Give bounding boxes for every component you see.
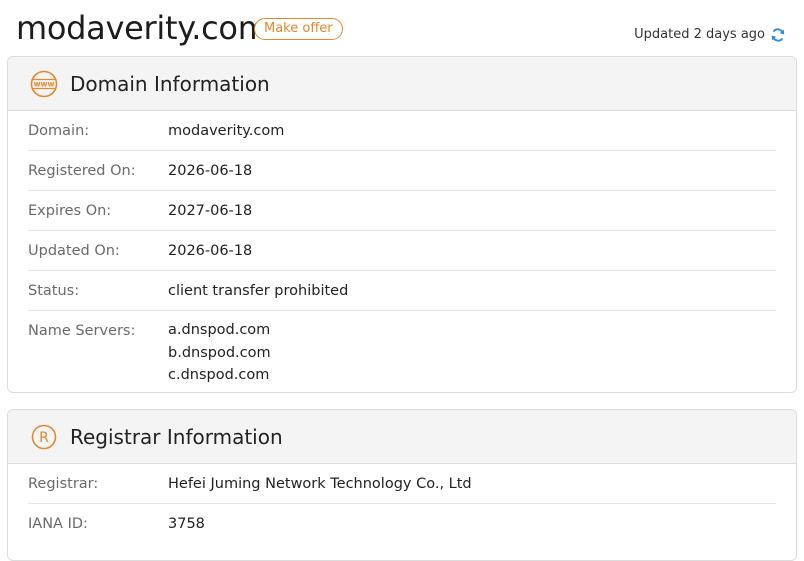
domain-row: Domain: modaverity.com	[28, 111, 776, 151]
svg-text:R: R	[39, 430, 49, 446]
iana-id-row: IANA ID: 3758	[28, 504, 776, 543]
registered-on-value: 2026-06-18	[168, 163, 253, 179]
registered-on-row: Registered On: 2026-06-18	[28, 151, 776, 191]
status-row: Status: client transfer prohibited	[28, 271, 776, 311]
registrar-info-rows: Registrar: Hefei Juming Network Technolo…	[8, 464, 796, 543]
registrar-information-title: Registrar Information	[70, 424, 283, 449]
updated-on-value: 2026-06-18	[168, 243, 253, 259]
registrar-label: Registrar:	[28, 476, 99, 492]
www-icon: www	[30, 70, 58, 98]
domain-information-title: Domain Information	[70, 71, 270, 96]
updated-on-label: Updated On:	[28, 243, 120, 259]
domain-label: Domain:	[28, 123, 90, 139]
registrar-information-header: R Registrar Information	[8, 410, 796, 464]
page-header: modaverity.com Make offer Updated 2 days…	[0, 0, 804, 56]
name-server-item: c.dnspod.com	[168, 367, 270, 383]
iana-id-value: 3758	[168, 516, 205, 532]
updated-text: Updated 2 days ago	[634, 27, 765, 42]
expires-on-value: 2027-06-18	[168, 203, 253, 219]
status-label: Status:	[28, 283, 80, 299]
expires-on-label: Expires On:	[28, 203, 112, 219]
domain-information-header: www Domain Information	[8, 57, 796, 111]
updated-status: Updated 2 days ago	[634, 26, 786, 44]
name-server-item: a.dnspod.com	[168, 322, 271, 338]
registrar-value: Hefei Juming Network Technology Co., Ltd	[168, 476, 472, 492]
page-title: modaverity.com	[16, 9, 269, 47]
registrar-row: Registrar: Hefei Juming Network Technolo…	[28, 464, 776, 504]
refresh-icon[interactable]	[770, 27, 786, 43]
iana-id-label: IANA ID:	[28, 516, 88, 532]
registrar-information-panel: R Registrar Information Registrar: Hefei…	[7, 409, 797, 561]
name-server-item: b.dnspod.com	[168, 344, 271, 361]
expires-on-row: Expires On: 2027-06-18	[28, 191, 776, 231]
domain-info-rows: Domain: modaverity.com Registered On: 20…	[8, 111, 796, 387]
make-offer-button[interactable]: Make offer	[254, 18, 343, 40]
domain-information-panel: www Domain Information Domain: modaverit…	[7, 56, 797, 393]
name-servers-label: Name Servers:	[28, 323, 136, 339]
registered-on-label: Registered On:	[28, 163, 136, 179]
domain-value: modaverity.com	[168, 123, 285, 139]
name-servers-row: Name Servers: a.dnspod.com b.dnspod.com …	[28, 311, 776, 387]
status-value: client transfer prohibited	[168, 283, 349, 299]
registered-icon: R	[30, 423, 58, 451]
svg-text:www: www	[34, 79, 55, 88]
updated-on-row: Updated On: 2026-06-18	[28, 231, 776, 271]
name-servers-list: a.dnspod.com b.dnspod.com c.dnspod.com	[168, 311, 271, 387]
